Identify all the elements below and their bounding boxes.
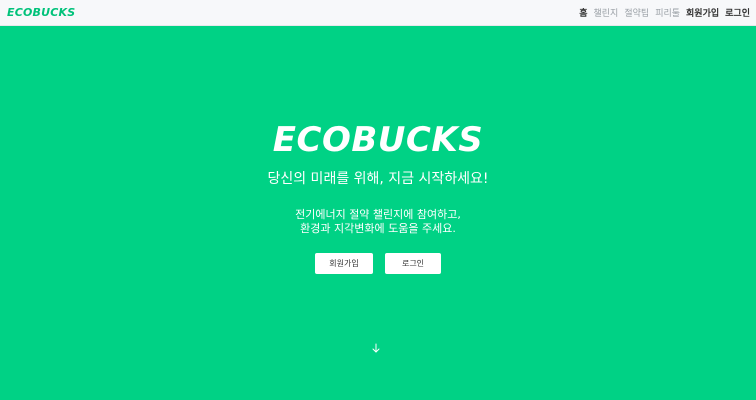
- description-line: 전기에너지 절약 챌린지에 참여하고,: [295, 208, 461, 221]
- hero-description: 전기에너지 절약 챌린지에 참여하고, 환경과 지각변화에 도움을 주세요.: [295, 208, 461, 236]
- cta-buttons: 회원가입 로그인: [315, 253, 441, 274]
- nav-item-challenge[interactable]: 챌린지: [594, 6, 619, 19]
- hero-title: ECOBUCKS: [272, 120, 484, 160]
- login-button[interactable]: 로그인: [385, 253, 441, 274]
- brand-logo[interactable]: ECOBUCKS: [7, 6, 75, 19]
- nav-item-tips[interactable]: 절약팁: [624, 6, 649, 19]
- hero-tagline: 당신의 미래를 위해, 지금 시작하세요!: [267, 171, 489, 187]
- top-navbar: ECOBUCKS 홈 챌린지 절약팁 피리툴 회원가입 로그인: [0, 0, 756, 26]
- description-line: 환경과 지각변화에 도움을 주세요.: [300, 222, 456, 235]
- nav-item-signup[interactable]: 회원가입: [686, 6, 719, 19]
- signup-button[interactable]: 회원가입: [315, 253, 373, 274]
- nav-item-home[interactable]: 홈: [579, 6, 587, 19]
- nav-item-login[interactable]: 로그인: [725, 6, 750, 19]
- main-nav: 홈 챌린지 절약팁 피리툴 회원가입 로그인: [579, 6, 750, 19]
- arrow-down-icon[interactable]: [371, 343, 381, 353]
- nav-item-feed[interactable]: 피리툴: [655, 6, 680, 19]
